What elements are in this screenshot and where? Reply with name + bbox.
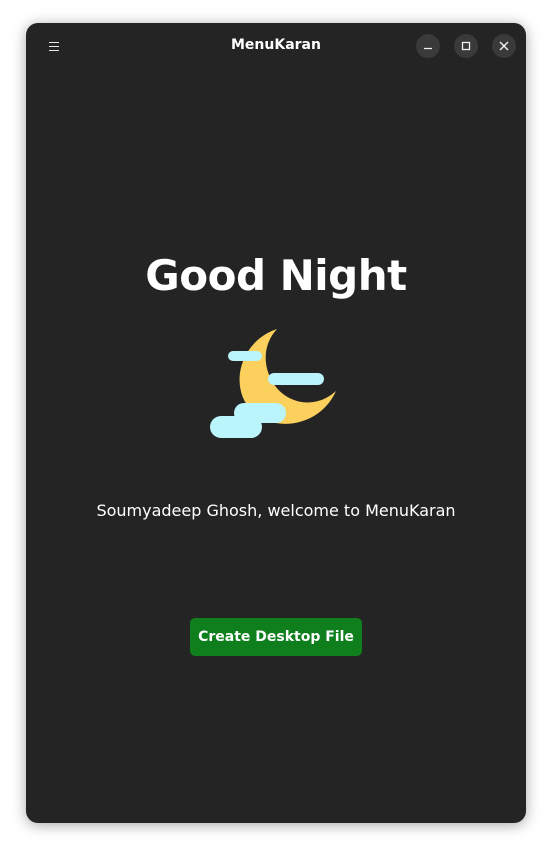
maximize-icon xyxy=(461,41,471,51)
minimize-button[interactable] xyxy=(416,34,440,58)
welcome-message: Soumyadeep Ghosh, welcome to MenuKaran xyxy=(96,501,456,520)
close-icon xyxy=(499,41,509,51)
headerbar: MenuKaran xyxy=(26,23,526,69)
greeting-heading: Good Night xyxy=(145,251,407,300)
maximize-button[interactable] xyxy=(454,34,478,58)
app-window: MenuKaran Good Night Soumyadeep Ghosh, w… xyxy=(26,23,526,823)
create-desktop-file-button[interactable]: Create Desktop File xyxy=(190,618,362,656)
window-title: MenuKaran xyxy=(231,37,321,53)
close-button[interactable] xyxy=(492,34,516,58)
minimize-icon xyxy=(424,47,432,50)
moon-with-clouds-icon xyxy=(210,327,340,442)
